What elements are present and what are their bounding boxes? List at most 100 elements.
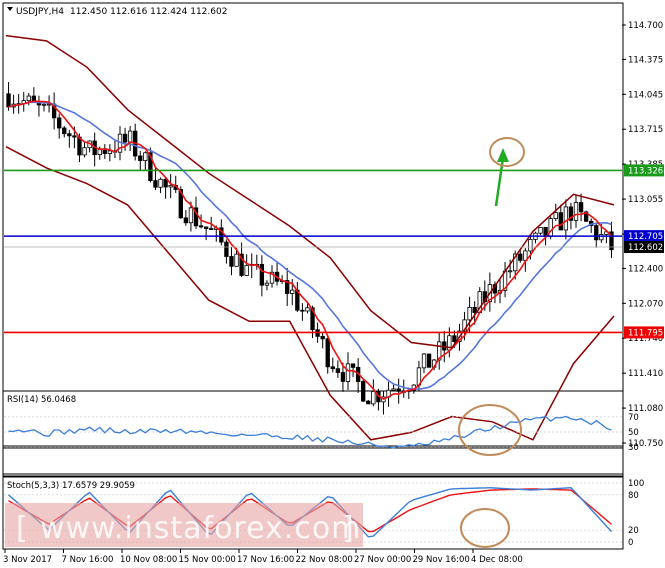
stoch-tick-label: 20	[628, 526, 639, 536]
x-tick-label: 3 Nov 2017	[3, 555, 52, 565]
candle-body	[467, 306, 472, 321]
rsi-label: RSI(14) 56.0468	[7, 395, 76, 405]
watermark: www.instaforex.com [ ]	[5, 503, 363, 547]
candle-body	[452, 335, 457, 342]
candle-body	[320, 335, 325, 340]
candle-body	[335, 368, 341, 373]
candle-body	[599, 234, 604, 241]
candle-body	[6, 93, 11, 108]
x-tick-label: 29 Nov 16:00	[413, 555, 470, 565]
candle-body	[578, 202, 584, 213]
candle-body	[350, 363, 356, 368]
x-tick-label: 4 Dec 08:00	[471, 555, 523, 565]
candle-body	[122, 133, 128, 143]
candle-body	[224, 241, 229, 257]
chart-header: USDJPY,H4 112.450 112.616 112.424 112.60…	[7, 7, 227, 17]
x-tick-label: 22 Nov 08:00	[296, 555, 353, 565]
y-tick-label: 112.070	[628, 299, 663, 309]
stoch-label: Stoch(5,3,3) 17.6579 29.9059	[7, 481, 135, 491]
candle-body	[244, 265, 249, 276]
forex-chart: 114.700114.375114.045113.715113.385113.0…	[2, 2, 664, 565]
candle-body	[62, 127, 67, 135]
candle-body	[158, 178, 163, 188]
rsi-tick-label: 30	[628, 443, 639, 453]
candle-body	[188, 207, 194, 224]
candle-body	[229, 256, 234, 267]
candle-body	[330, 366, 335, 370]
candle-body	[209, 228, 214, 230]
stoch-circle	[460, 508, 510, 548]
candle-body	[558, 212, 563, 231]
stoch-tick-label: 100	[628, 479, 644, 489]
time-axis: 3 Nov 2017 7 Nov 16:00 10 Nov 08:00 15 Nov …	[3, 549, 523, 565]
candle-body	[594, 225, 599, 241]
candle-body	[573, 202, 579, 221]
candle-body	[528, 239, 533, 252]
candle-body	[163, 178, 168, 188]
candle-body	[396, 388, 401, 392]
x-tick-label: 15 Nov 00:00	[179, 555, 236, 565]
candle-body	[507, 270, 513, 273]
candle-body	[138, 155, 143, 161]
candle-body	[107, 150, 113, 154]
candle-body	[41, 103, 47, 106]
candle-body	[26, 95, 31, 102]
stoch-tick-label: 0	[628, 538, 633, 548]
x-tick-label: 27 Nov 00:00	[354, 555, 411, 565]
resistance-price-label: 113.326	[628, 166, 663, 176]
candle-body	[538, 226, 543, 234]
rsi-tick-label: 70	[628, 413, 639, 423]
candle-body	[264, 282, 270, 286]
support-price-label: 111.795	[628, 328, 663, 338]
candle-body	[82, 147, 87, 156]
candle-body	[553, 212, 558, 220]
rsi-panel-frame	[2, 447, 624, 477]
candle-body	[67, 133, 72, 137]
y-tick-label: 114.375	[628, 55, 663, 65]
x-tick-label: 17 Nov 16:00	[237, 555, 294, 565]
y-tick-label: 111.410	[628, 369, 663, 379]
y-tick-label: 113.055	[628, 195, 663, 205]
candle-body	[421, 353, 427, 369]
candle-body	[153, 180, 158, 188]
candle-body	[127, 130, 133, 143]
candle-body	[391, 388, 396, 391]
watermark-bracket-left: [	[16, 511, 28, 546]
candle-body	[168, 184, 173, 188]
y-tick-label: 114.045	[628, 90, 663, 100]
x-tick-label: 7 Nov 16:00	[62, 555, 114, 565]
candle-body	[472, 306, 477, 313]
rsi-tick-label: 50	[628, 428, 639, 438]
candle-body	[143, 152, 148, 161]
candle-body	[340, 372, 346, 382]
x-tick-label: 10 Nov 08:00	[120, 555, 177, 565]
y-tick-label: 112.400	[628, 264, 663, 274]
symbol-timeframe: USDJPY,H4	[16, 7, 64, 17]
watermark-text: www.instaforex.com	[40, 511, 361, 546]
candle-body	[300, 309, 305, 312]
current-price-label: 112.602	[628, 243, 663, 253]
candle-body	[72, 135, 77, 138]
candle-body	[366, 400, 371, 405]
candle-body	[198, 225, 204, 228]
candle-body	[259, 264, 265, 286]
candle-body	[234, 253, 239, 267]
pivot-price-label: 112.705	[628, 232, 663, 242]
candle-body	[325, 338, 330, 368]
candle-body	[305, 307, 310, 312]
candle-body	[371, 391, 376, 405]
candle-body	[183, 217, 189, 224]
watermark-bracket-right: ]	[342, 511, 354, 546]
candle-body	[426, 353, 432, 368]
y-tick-label: 114.700	[628, 21, 663, 31]
y-tick-label: 113.715	[628, 125, 663, 135]
main-panel-frame	[2, 2, 624, 447]
candle-body	[57, 117, 62, 129]
candle-body	[345, 363, 351, 382]
candle-body	[361, 381, 366, 402]
candle-body	[203, 226, 209, 229]
candle-body	[518, 253, 523, 261]
candle-body	[290, 289, 295, 294]
ohlc-values: 112.450 112.616 112.424 112.602	[70, 7, 227, 17]
stoch-tick-label: 80	[628, 491, 639, 501]
